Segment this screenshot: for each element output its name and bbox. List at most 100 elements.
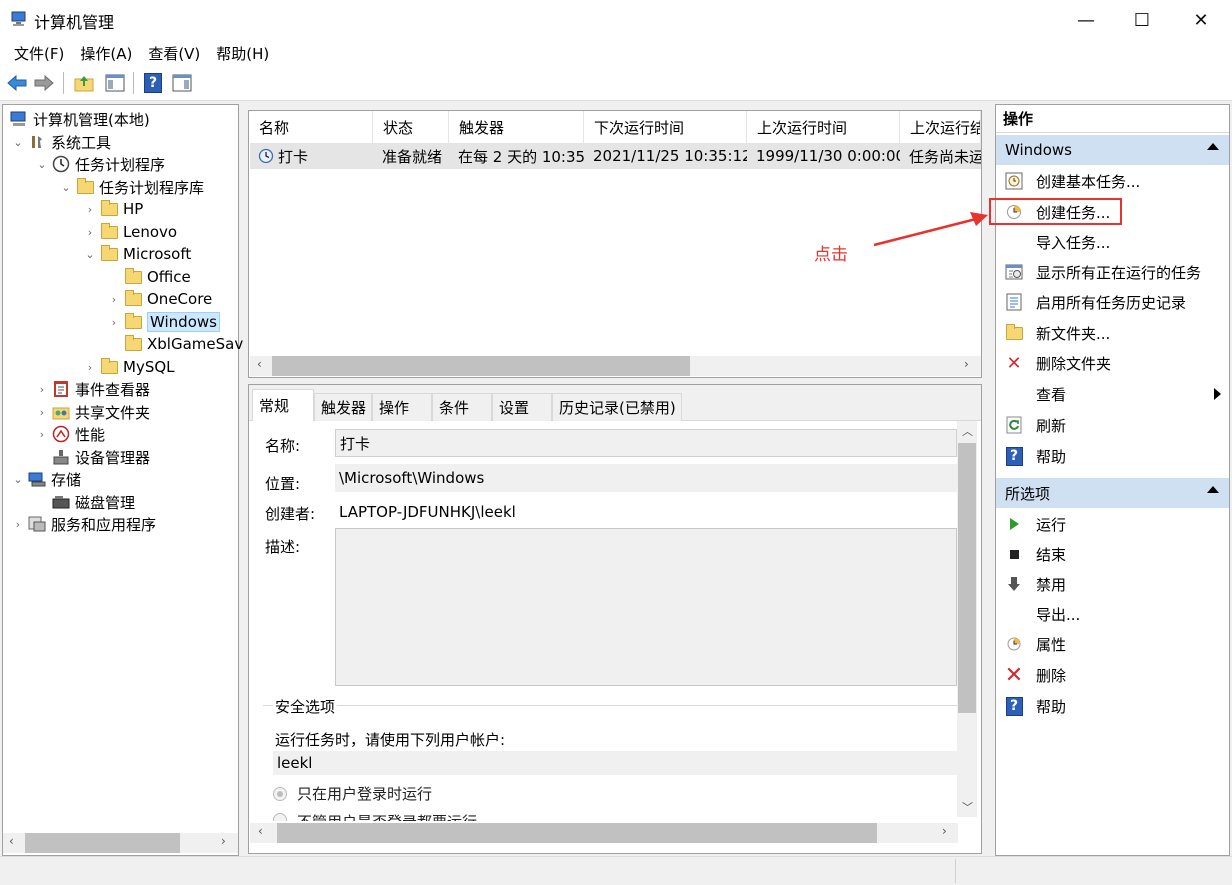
- back-arrow-icon[interactable]: [6, 72, 28, 94]
- section-selected-item[interactable]: 所选项: [996, 478, 1229, 508]
- chevron-down-icon[interactable]: ⌄: [83, 248, 97, 261]
- detail-horizontal-scrollbar[interactable]: ‹ ›: [250, 823, 958, 843]
- tree-item-microsoft[interactable]: ⌄ Microsoft: [83, 243, 191, 265]
- tree-item-services-apps[interactable]: › 服务和应用程序: [11, 513, 156, 535]
- chevron-right-icon[interactable]: ›: [83, 226, 97, 239]
- tab-history[interactable]: 历史记录(已禁用): [552, 393, 682, 421]
- action-new-folder[interactable]: 新文件夹...: [1004, 320, 1110, 346]
- column-header-last-result[interactable]: 上次运行结: [900, 111, 981, 143]
- description-textarea[interactable]: [335, 528, 957, 686]
- tree-item-xblgamesave[interactable]: XblGameSav: [107, 333, 243, 355]
- column-header-next-run[interactable]: 下次运行时间: [584, 111, 747, 143]
- scroll-left-icon[interactable]: ‹: [257, 357, 262, 371]
- tree-item-performance[interactable]: › 性能: [35, 423, 105, 445]
- chevron-down-icon[interactable]: ⌄: [11, 136, 25, 149]
- tree-item-system-tools[interactable]: ⌄ 系统工具: [11, 131, 111, 153]
- column-header-status[interactable]: 状态: [373, 111, 449, 143]
- action-disable[interactable]: 禁用: [1004, 571, 1066, 597]
- chevron-right-icon[interactable]: ›: [107, 293, 121, 306]
- column-header-last-run[interactable]: 上次运行时间: [747, 111, 900, 143]
- menu-help[interactable]: 帮助(H): [208, 40, 277, 66]
- tree-item-root[interactable]: 计算机管理(本地): [7, 108, 150, 130]
- maximize-button[interactable]: ☐: [1113, 0, 1171, 40]
- task-list-horizontal-scrollbar[interactable]: ‹ ›: [250, 356, 981, 376]
- table-row[interactable]: 打卡 准备就绪 在每 2 天的 10:35 2021/11/25 10:35:1…: [250, 143, 981, 169]
- tab-conditions[interactable]: 条件: [432, 393, 492, 421]
- tree-item-task-library[interactable]: ⌄ 任务计划程序库: [59, 176, 204, 198]
- action-enable-history[interactable]: 启用所有任务历史记录: [1004, 289, 1186, 315]
- scroll-left-icon[interactable]: ‹: [258, 824, 263, 838]
- chevron-right-icon[interactable]: ›: [11, 518, 25, 531]
- scrollbar-thumb[interactable]: [277, 823, 877, 843]
- tree-horizontal-scrollbar[interactable]: ‹ ›: [3, 833, 238, 853]
- tree-item-mysql[interactable]: › MySQL: [83, 356, 175, 378]
- tab-settings[interactable]: 设置: [492, 393, 552, 421]
- action-create-basic-task[interactable]: 创建基本任务...: [1004, 168, 1140, 194]
- tree-item-device-manager[interactable]: 设备管理器: [35, 446, 150, 468]
- menu-action[interactable]: 操作(A): [72, 40, 140, 66]
- chevron-right-icon[interactable]: ›: [83, 203, 97, 216]
- action-show-running-tasks[interactable]: 显示所有正在运行的任务: [1004, 259, 1201, 285]
- chevron-right-icon[interactable]: ›: [35, 406, 49, 419]
- scroll-left-icon[interactable]: ‹: [9, 834, 14, 848]
- scrollbar-thumb[interactable]: [25, 833, 180, 853]
- action-refresh[interactable]: 刷新: [1004, 412, 1066, 438]
- action-export[interactable]: 导出...: [1004, 601, 1080, 627]
- column-header-name[interactable]: 名称: [249, 111, 373, 143]
- chevron-right-icon[interactable]: ›: [107, 316, 121, 329]
- action-delete[interactable]: ✕ 删除: [1004, 662, 1066, 688]
- action-delete-folder[interactable]: ✕ 删除文件夹: [1004, 350, 1111, 376]
- scroll-right-icon[interactable]: ›: [221, 834, 226, 848]
- minimize-button[interactable]: —: [1057, 0, 1115, 40]
- action-import-task[interactable]: 导入任务...: [1004, 229, 1110, 255]
- action-view[interactable]: 查看: [1004, 381, 1221, 407]
- tab-actions[interactable]: 操作: [372, 393, 432, 421]
- tab-triggers[interactable]: 触发器: [314, 393, 372, 421]
- collapse-icon[interactable]: [1207, 486, 1219, 493]
- action-label: 结束: [1036, 545, 1067, 564]
- tree-item-lenovo[interactable]: › Lenovo: [83, 221, 177, 243]
- tree-item-shared-folders[interactable]: › 共享文件夹: [35, 401, 150, 423]
- show-hide-tree-icon[interactable]: [104, 72, 126, 94]
- chevron-right-icon[interactable]: ›: [35, 428, 49, 441]
- tab-general[interactable]: 常规: [252, 389, 314, 421]
- menu-file[interactable]: 文件(F): [6, 40, 72, 66]
- section-windows[interactable]: Windows: [996, 135, 1229, 165]
- tree-item-disk-management[interactable]: 磁盘管理: [35, 491, 135, 513]
- scroll-right-icon[interactable]: ›: [964, 357, 969, 371]
- chevron-right-icon[interactable]: ›: [35, 383, 49, 396]
- up-folder-icon[interactable]: [73, 72, 95, 94]
- tree-item-onecore[interactable]: › OneCore: [107, 288, 212, 310]
- collapse-icon[interactable]: [1207, 143, 1219, 150]
- chevron-down-icon[interactable]: ⌄: [35, 158, 49, 171]
- action-help[interactable]: ? 帮助: [1004, 443, 1066, 469]
- tree-item-office[interactable]: Office: [107, 266, 191, 288]
- close-button[interactable]: ✕: [1172, 0, 1230, 40]
- chevron-down-icon[interactable]: ⌄: [59, 181, 73, 194]
- tree-item-storage[interactable]: ⌄ 存储: [11, 468, 81, 490]
- action-properties[interactable]: 属性: [1004, 631, 1066, 657]
- scrollbar-thumb[interactable]: [272, 356, 690, 376]
- action-end[interactable]: 结束: [1004, 541, 1066, 567]
- chevron-right-icon[interactable]: ›: [83, 361, 97, 374]
- chevron-down-icon[interactable]: ⌄: [11, 473, 25, 486]
- tree-item-windows[interactable]: › Windows: [107, 311, 220, 333]
- scrollbar-thumb[interactable]: [958, 443, 976, 713]
- tree-item-hp[interactable]: › HP: [83, 198, 143, 220]
- tree-item-event-viewer[interactable]: › 事件查看器: [35, 378, 150, 400]
- radio-logged-on[interactable]: 只在用户登录时运行: [273, 783, 432, 804]
- radio-logged-either[interactable]: 不管用户是否登录都要运行: [273, 811, 477, 821]
- show-hide-action-pane-icon[interactable]: [171, 72, 193, 94]
- scroll-right-icon[interactable]: ›: [942, 824, 947, 838]
- action-help-selected[interactable]: ? 帮助: [1004, 693, 1066, 719]
- scroll-down-icon[interactable]: ﹀: [962, 799, 973, 815]
- forward-arrow-icon[interactable]: [33, 72, 55, 94]
- tree-item-task-scheduler[interactable]: ⌄ 任务计划程序: [35, 153, 165, 175]
- action-run[interactable]: 运行: [1004, 511, 1066, 537]
- scroll-up-icon[interactable]: ︿: [962, 423, 973, 439]
- column-header-trigger[interactable]: 触发器: [449, 111, 584, 143]
- name-field[interactable]: 打卡: [335, 429, 957, 457]
- detail-vertical-scrollbar[interactable]: ︿ ﹀: [957, 421, 977, 817]
- menu-view[interactable]: 查看(V): [140, 40, 208, 66]
- help-icon[interactable]: ?: [142, 72, 164, 94]
